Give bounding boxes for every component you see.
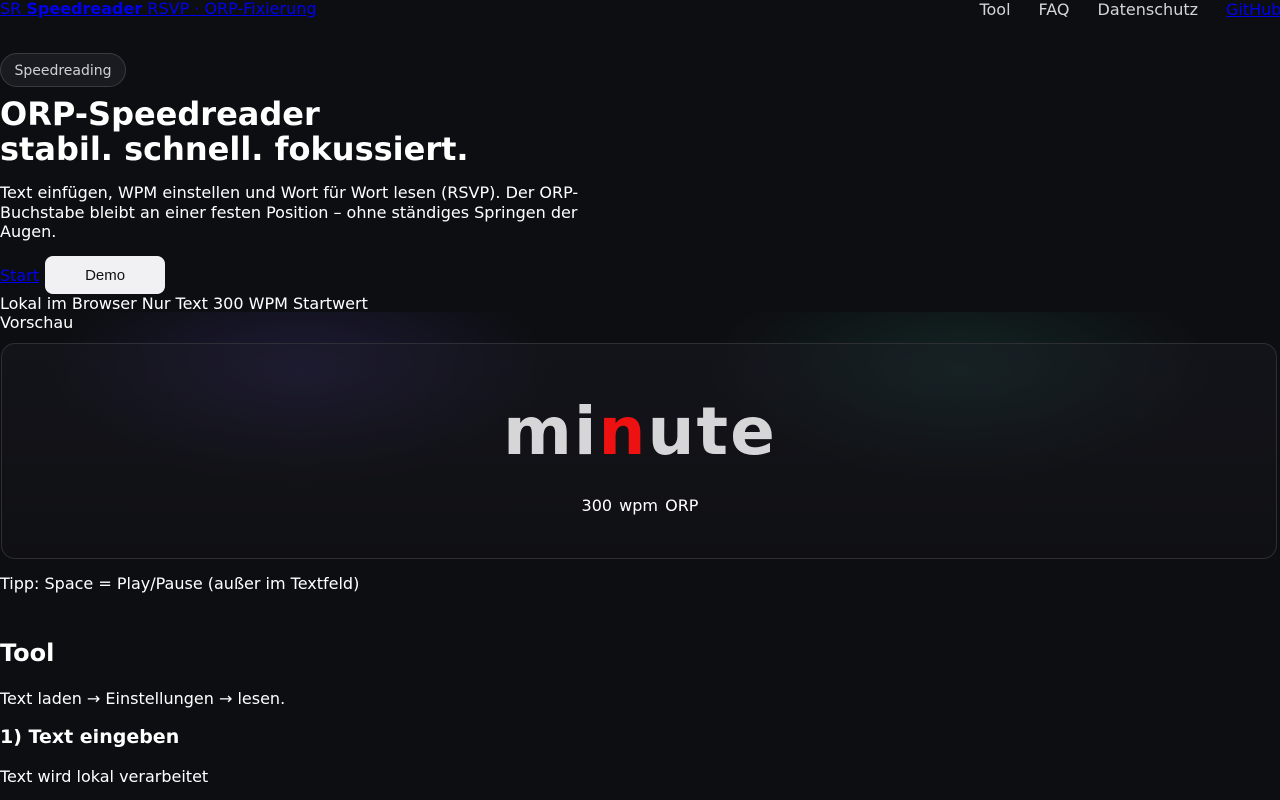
top-navigation: SR Speedreader RSVP · ORP-Fixierung Tool… — [0, 0, 1280, 20]
tool-section-subtitle: Text laden → Einstellungen → lesen. — [0, 689, 286, 708]
brand-home-link[interactable]: SR Speedreader RSVP · ORP-Fixierung — [0, 0, 317, 18]
step1-title: 1) Text eingeben — [0, 726, 180, 748]
hero-title-line1: ORP-Speedreader — [0, 95, 320, 133]
wpm-readout: 300 wpm — [581, 496, 658, 515]
github-link[interactable]: GitHub — [1226, 0, 1280, 19]
nav-item-tool[interactable]: Tool — [979, 0, 1010, 19]
demo-button[interactable]: Demo — [45, 256, 166, 294]
tool-section-title: Tool — [0, 639, 55, 667]
cta-row: Start Demo — [0, 256, 166, 294]
nav-item-datenschutz[interactable]: Datenschutz — [1098, 0, 1198, 19]
word-before-orp: mi — [503, 393, 599, 470]
feature-badges: Lokal im Browser Nur Text 300 WPM Startw… — [0, 294, 368, 313]
preview-meta: 300 wpm ORP — [2, 496, 1278, 515]
hero-description: Text einfügen, WPM einstellen und Wort f… — [0, 183, 579, 241]
nav-menu: Tool FAQ Datenschutz GitHub — [979, 0, 1280, 19]
brand-name: Speedreader — [26, 0, 143, 18]
keyboard-tip: Tipp: Space = Play/Pause (außer im Textf… — [0, 574, 360, 593]
brand-tagline: RSVP · ORP-Fixierung — [147, 0, 317, 18]
start-link[interactable]: Start — [0, 266, 39, 285]
brand-abbreviation: SR — [0, 0, 22, 18]
category-pill: Speedreading — [0, 53, 126, 87]
rsvp-preview-stage: minute 300 wpm ORP — [1, 343, 1277, 559]
word-after-orp: ute — [647, 393, 777, 470]
preview-label: Vorschau — [0, 313, 74, 332]
hero-title-line2: stabil. schnell. fokussiert. — [0, 130, 469, 168]
step1-description: Text wird lokal verarbeitet — [0, 767, 209, 786]
orp-label: ORP — [665, 496, 699, 515]
nav-item-faq[interactable]: FAQ — [1039, 0, 1070, 19]
rsvp-word: minute — [2, 392, 1278, 472]
hero-title: ORP-Speedreader stabil. schnell. fokussi… — [0, 97, 469, 167]
orp-letter: n — [598, 393, 648, 470]
